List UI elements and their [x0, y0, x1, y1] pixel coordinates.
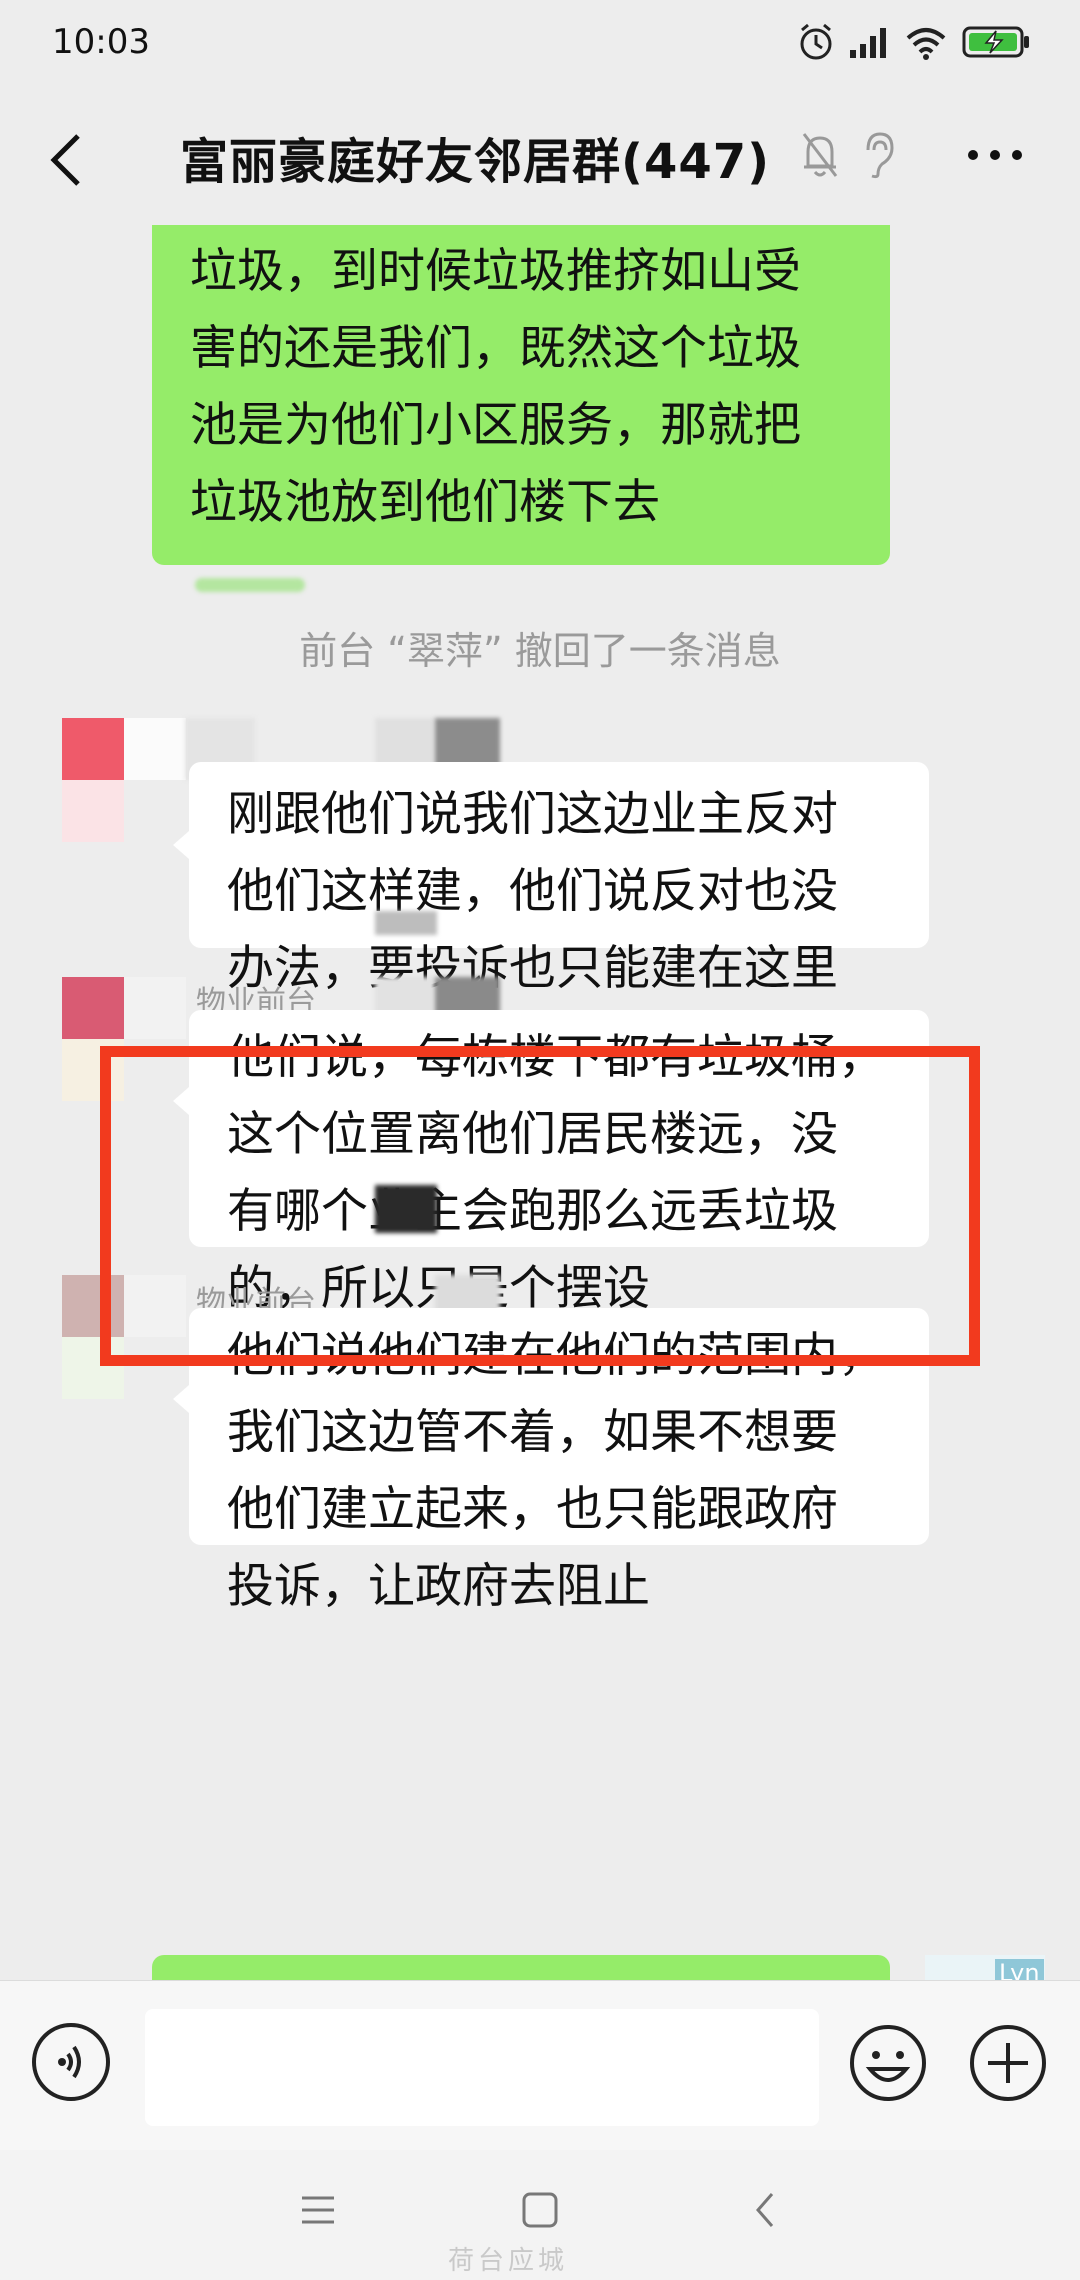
blurred-area	[195, 578, 305, 592]
status-time: 10:03	[52, 22, 150, 62]
message-bubble-incoming[interactable]: 刚跟他们说我们这边业主反对 他们这样建，他们说反对也没 办法，要投诉也只能建在这…	[189, 762, 929, 996]
alarm-icon	[800, 23, 832, 60]
system-recall-message: 前台 “翠萍” 撤回了一条消息	[299, 629, 781, 673]
chat-header: 富丽豪庭好友邻居群(447)	[0, 90, 1080, 230]
message-line: 他们这样建，他们说反对也没	[227, 864, 838, 919]
message-line: 投诉，让政府去阻止	[227, 1559, 650, 1614]
message-bubble-outgoing[interactable]: 垃圾，到时候垃圾推挤如山受 害的还是我们，既然这个垃圾 池是为他们小区服务，那就…	[152, 225, 890, 565]
more-icon[interactable]	[965, 145, 1025, 165]
message-input[interactable]	[145, 2009, 819, 2126]
mute-icon	[802, 133, 838, 177]
message-line: 垃圾，到时候垃圾推挤如山受	[190, 244, 801, 299]
plus-icon[interactable]	[968, 2023, 1048, 2103]
message-line: 垃圾池放到他们楼下去	[190, 475, 660, 530]
chat-area[interactable]: 垃圾，到时候垃圾推挤如山受 害的还是我们，既然这个垃圾 池是为他们小区服务，那就…	[0, 225, 1080, 1980]
system-nav-bar: 荷台应城	[0, 2150, 1080, 2280]
chat-title: 富丽豪庭好友邻居群(447)	[180, 134, 771, 190]
message-line: 刚跟他们说我们这边业主反对	[227, 787, 838, 842]
message-line: 办法，要投诉也只能建在这里	[227, 941, 838, 996]
watermark: 荷台应城	[448, 2246, 569, 2276]
avatar[interactable]	[62, 718, 192, 848]
wifi-icon	[906, 28, 946, 60]
message-line: 池是为他们小区服务，那就把	[190, 398, 801, 453]
highlight-box	[100, 1046, 980, 1366]
avatar[interactable]: Lyn	[925, 1955, 1045, 1980]
message-line: 我们这边管不着，如果不想要	[227, 1405, 838, 1460]
battery-charging-icon	[962, 26, 1029, 58]
bubble-tail	[173, 1385, 189, 1413]
back-icon[interactable]	[40, 130, 100, 190]
message-line: 害的还是我们，既然这个垃圾	[190, 321, 801, 376]
avatar-label: Lyn	[995, 1959, 1044, 1980]
menu-icon[interactable]	[296, 2190, 340, 2230]
message-bubble-outgoing[interactable]	[152, 1955, 890, 1980]
status-bar: 10:03	[0, 0, 1080, 90]
emoji-icon[interactable]	[848, 2023, 928, 2103]
blurred-area	[375, 911, 437, 935]
bubble-tail	[173, 831, 189, 859]
home-icon[interactable]	[518, 2190, 562, 2230]
message-line: 他们建立起来，也只能跟政府	[227, 1482, 838, 1537]
back-nav-icon[interactable]	[744, 2190, 788, 2230]
input-bar	[0, 1980, 1080, 2151]
voice-icon[interactable]	[32, 2023, 110, 2101]
signal-icon	[850, 28, 886, 58]
ear-icon	[866, 132, 894, 179]
